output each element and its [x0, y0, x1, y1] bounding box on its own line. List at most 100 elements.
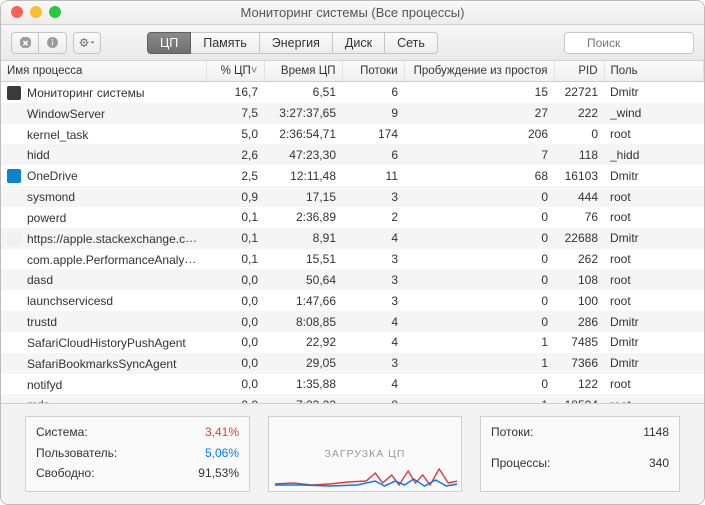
table-row[interactable]: SafariCloudHistoryPushAgent0,022,9241748…: [1, 332, 704, 353]
cell-idle_wake: 206: [404, 124, 554, 145]
cell-cpu_pct: 0,0: [206, 353, 264, 374]
cell-pid: 100: [554, 290, 604, 311]
stop-icon: [19, 36, 32, 49]
table-row[interactable]: com.apple.PerformanceAnalysis.a0,115,513…: [1, 249, 704, 270]
cell-cpu_pct: 0,1: [206, 228, 264, 249]
cell-idle_wake: 0: [404, 269, 554, 290]
titlebar[interactable]: Мониторинг системы (Все процессы): [1, 1, 704, 25]
process-name: SafariCloudHistoryPushAgent: [27, 336, 186, 350]
cell-cpu_time: 2:36:54,71: [264, 124, 342, 145]
cell-idle_wake: 0: [404, 290, 554, 311]
table-row[interactable]: powerd0,12:36,892076root: [1, 207, 704, 228]
cell-user: Dmitr: [604, 311, 704, 332]
col-cpu-time[interactable]: Время ЦП: [264, 61, 342, 82]
process-name: trustd: [27, 315, 57, 329]
table-row[interactable]: kernel_task5,02:36:54,711742060root: [1, 124, 704, 145]
chevron-down-icon: ˅: [251, 65, 258, 77]
process-name: sysmond: [27, 190, 75, 204]
process-name: https://apple.stackexchange.com: [27, 231, 202, 246]
cell-cpu_pct: 0,0: [206, 290, 264, 311]
app-icon: [7, 232, 21, 246]
cell-user: root: [604, 207, 704, 228]
table-row[interactable]: https://apple.stackexchange.com0,18,9140…: [1, 228, 704, 249]
cell-user: root: [604, 249, 704, 270]
table-row[interactable]: hidd2,647:23,3067118_hidd: [1, 144, 704, 165]
cell-cpu_pct: 0,1: [206, 207, 264, 228]
gear-icon: [79, 36, 95, 49]
toolbar: ЦП Память Энергия Диск Сеть: [1, 25, 704, 61]
free-value: 91,53%: [198, 466, 239, 483]
cell-pid: 444: [554, 186, 604, 207]
process-table[interactable]: Имя процесса % ЦП ˅ Время ЦП Потоки Проб…: [1, 61, 704, 404]
cell-user: Dmitr: [604, 165, 704, 186]
col-user[interactable]: Поль: [604, 61, 704, 82]
table-row[interactable]: launchservicesd0,01:47,6630100root: [1, 290, 704, 311]
tab-network[interactable]: Сеть: [385, 32, 438, 54]
cell-cpu_pct: 0,0: [206, 394, 264, 404]
cell-cpu_pct: 0,0: [206, 332, 264, 353]
cell-threads: 11: [342, 165, 404, 186]
cell-cpu_pct: 0,0: [206, 269, 264, 290]
col-idle-wake[interactable]: Пробуждение из простоя: [404, 61, 554, 82]
col-name[interactable]: Имя процесса: [1, 61, 206, 82]
table-row[interactable]: sysmond0,917,1530444root: [1, 186, 704, 207]
cell-threads: 3: [342, 249, 404, 270]
cell-cpu_time: 22,92: [264, 332, 342, 353]
cell-pid: 0: [554, 124, 604, 145]
table-row[interactable]: mds0,07:23,238118504root: [1, 394, 704, 404]
tab-memory[interactable]: Память: [191, 32, 260, 54]
table-row[interactable]: notifyd0,01:35,8840122root: [1, 374, 704, 395]
process-name: Мониторинг системы: [27, 86, 145, 100]
cell-pid: 262: [554, 249, 604, 270]
tab-segmented-control: ЦП Память Энергия Диск Сеть: [147, 32, 438, 54]
settings-button[interactable]: [73, 32, 101, 54]
table-row[interactable]: dasd0,050,6430108root: [1, 269, 704, 290]
cell-cpu_pct: 0,0: [206, 311, 264, 332]
cell-threads: 3: [342, 269, 404, 290]
tab-energy[interactable]: Энергия: [260, 32, 333, 54]
search-input[interactable]: [564, 32, 694, 54]
maximize-icon[interactable]: [49, 6, 61, 18]
cell-cpu_time: 8:08,85: [264, 311, 342, 332]
cell-pid: 22688: [554, 228, 604, 249]
tab-disk[interactable]: Диск: [333, 32, 385, 54]
cpu-load-chart: ЗАГРУЗКА ЦП: [268, 416, 462, 492]
cell-idle_wake: 0: [404, 228, 554, 249]
procs-value: 340: [643, 456, 669, 483]
col-threads[interactable]: Потоки: [342, 61, 404, 82]
cell-pid: 16103: [554, 165, 604, 186]
table-row[interactable]: OneDrive2,512:11,48116816103Dmitr: [1, 165, 704, 186]
cell-cpu_pct: 16,7: [206, 82, 264, 103]
cpu-breakdown-panel: Система: 3,41% Пользователь: 5,06% Свобо…: [25, 416, 250, 492]
cell-threads: 9: [342, 103, 404, 124]
cell-threads: 4: [342, 228, 404, 249]
cell-cpu_time: 17,15: [264, 186, 342, 207]
table-row[interactable]: WindowServer7,53:27:37,65927222_wind: [1, 103, 704, 124]
process-name: powerd: [27, 211, 66, 225]
stop-process-button[interactable]: [11, 32, 39, 54]
process-name: kernel_task: [27, 127, 88, 141]
system-label: Система:: [36, 425, 198, 442]
minimize-icon[interactable]: [30, 6, 42, 18]
close-icon[interactable]: [11, 6, 23, 18]
table-row[interactable]: trustd0,08:08,8540286Dmitr: [1, 311, 704, 332]
col-pid[interactable]: PID: [554, 61, 604, 82]
activity-monitor-window: Мониторинг системы (Все процессы) ЦП Пам…: [0, 0, 705, 505]
cell-cpu_pct: 2,6: [206, 144, 264, 165]
cell-cpu_pct: 0,1: [206, 249, 264, 270]
free-label: Свободно:: [36, 466, 198, 483]
tab-cpu[interactable]: ЦП: [147, 32, 191, 54]
cell-cpu_time: 29,05: [264, 353, 342, 374]
cell-idle_wake: 1: [404, 353, 554, 374]
cell-idle_wake: 1: [404, 394, 554, 404]
user-label: Пользователь:: [36, 446, 198, 463]
cell-pid: 18504: [554, 394, 604, 404]
info-button[interactable]: [39, 32, 67, 54]
cell-user: _wind: [604, 103, 704, 124]
cell-user: _hidd: [604, 144, 704, 165]
col-cpu-pct[interactable]: % ЦП ˅: [206, 61, 264, 82]
table-row[interactable]: SafariBookmarksSyncAgent0,029,05317366Dm…: [1, 353, 704, 374]
info-icon: [46, 36, 59, 49]
app-icon: [7, 86, 21, 100]
table-row[interactable]: Мониторинг системы16,76,5161522721Dmitr: [1, 82, 704, 103]
